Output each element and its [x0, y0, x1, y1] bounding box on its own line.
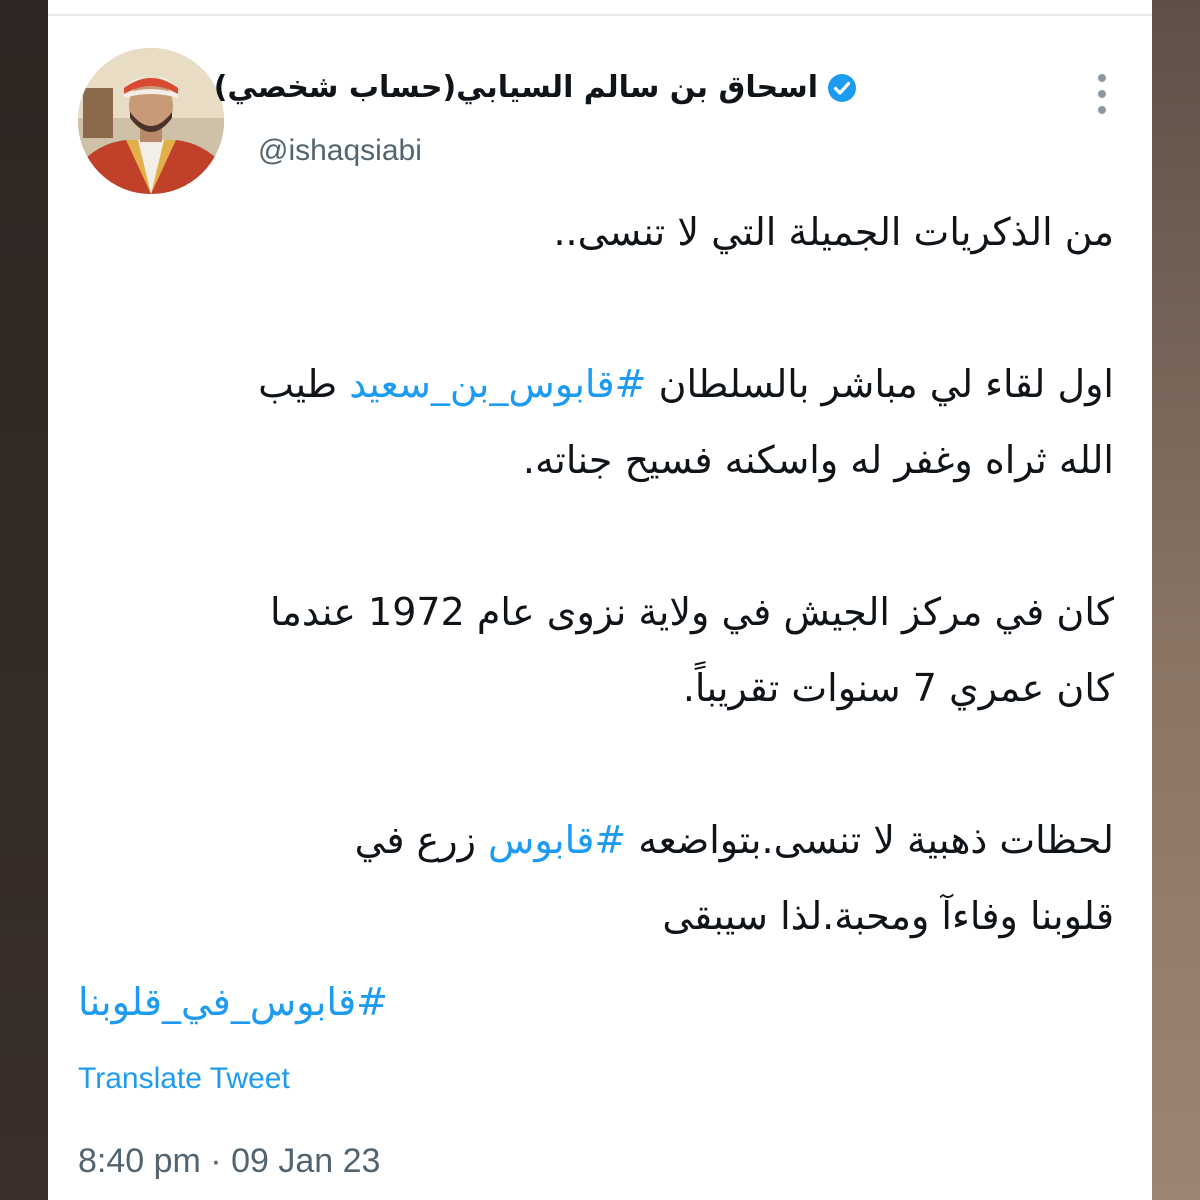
tweet-text-segment: طيب	[258, 362, 350, 406]
avatar[interactable]	[78, 48, 224, 194]
divider	[48, 14, 1152, 16]
tweet-text-segment: زرع في	[354, 818, 489, 862]
more-vertical-icon[interactable]	[1096, 74, 1108, 114]
background-left	[0, 0, 48, 1200]
hashtag-link[interactable]: #قابوس	[488, 818, 626, 862]
avatar-photo	[78, 48, 224, 194]
tweet-text-segment: اول لقاء لي مباشر بالسلطان	[646, 362, 1114, 406]
hashtag-link[interactable]: #قابوس_في_قلوبنا	[78, 980, 388, 1024]
tweet-text-segment: لحظات ذهبية لا تنسى.بتواضعه	[626, 818, 1114, 862]
verified-badge-icon	[826, 72, 858, 104]
author-handle[interactable]: @ishaqsiabi	[258, 134, 422, 168]
tweet-text-line: الله ثراه وغفر له واسكنه فسيح جناته.	[522, 438, 1114, 482]
translate-tweet-link[interactable]: Translate Tweet	[78, 1062, 290, 1096]
author-name[interactable]: اسحاق بن سالم السيابي(حساب شخصي)	[214, 70, 818, 105]
hashtag-link[interactable]: #قابوس_بن_سعيد	[349, 362, 646, 406]
tweet-card: اسحاق بن سالم السيابي(حساب شخصي) @ishaqs…	[48, 0, 1152, 1200]
tweet-text-line: اول لقاء لي مباشر بالسلطان #قابوس_بن_سعي…	[74, 352, 1114, 416]
tweet-text-line: كان في مركز الجيش في ولاية نزوى عام 1972…	[269, 590, 1114, 634]
background-right	[1152, 0, 1200, 1200]
tweet-text-line: كان عمري 7 سنوات تقريباً.	[682, 666, 1114, 710]
author-row: اسحاق بن سالم السيابي(حساب شخصي)	[214, 70, 858, 105]
tweet-text-line: لحظات ذهبية لا تنسى.بتواضعه #قابوس زرع ف…	[74, 808, 1114, 872]
tweet-timestamp[interactable]: 8:40 pm · 09 Jan 23	[78, 1142, 380, 1181]
tweet-text-line: قلوبنا وفاءآ ومحبة.لذا سيبقى	[662, 894, 1114, 938]
tweet-text-line: من الذكريات الجميلة التي لا تنسى..	[553, 210, 1114, 254]
